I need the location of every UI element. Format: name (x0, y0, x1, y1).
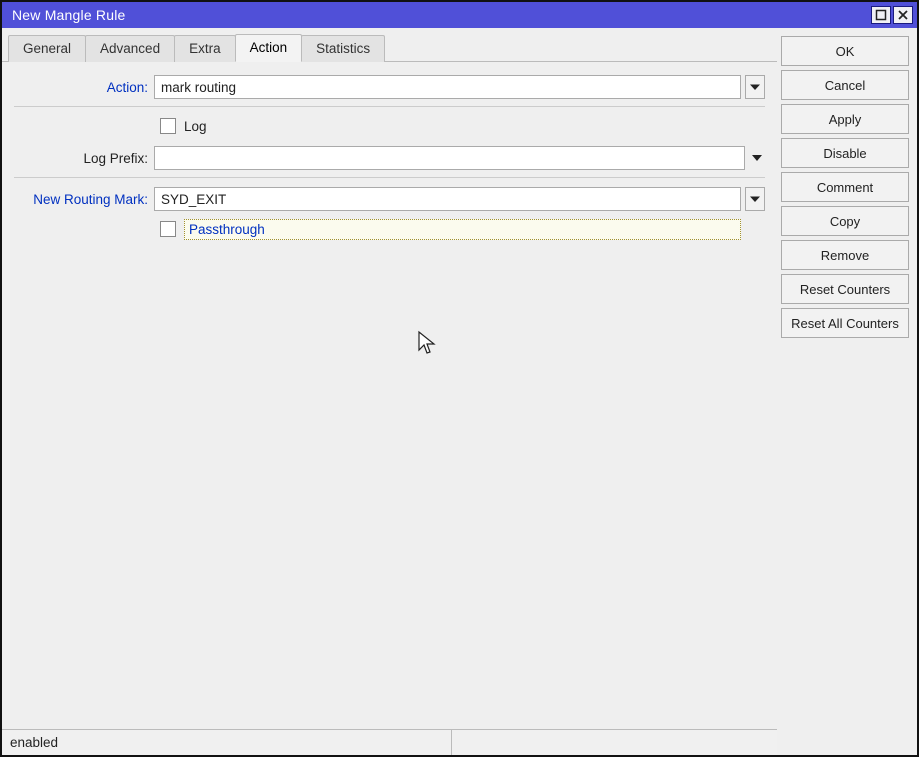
row-action: Action: (14, 74, 765, 100)
row-new-routing-mark: New Routing Mark: (14, 186, 765, 212)
reset-counters-button[interactable]: Reset Counters (781, 274, 909, 304)
chevron-down-icon (751, 152, 763, 164)
tab-statistics[interactable]: Statistics (301, 35, 385, 62)
tab-action[interactable]: Action (235, 34, 303, 62)
new-routing-mark-input[interactable] (154, 187, 741, 211)
field-log-prefix (154, 146, 765, 170)
action-dropdown-button[interactable] (745, 75, 765, 99)
maximize-button[interactable] (871, 6, 891, 24)
copy-button[interactable]: Copy (781, 206, 909, 236)
button-column: OK Cancel Apply Disable Comment Copy Rem… (777, 28, 917, 755)
label-action: Action: (14, 80, 154, 95)
passthrough-label: Passthrough (184, 219, 741, 240)
status-left: enabled (2, 730, 452, 755)
log-prefix-expand[interactable] (749, 150, 765, 166)
close-icon (897, 9, 909, 21)
window-title: New Mangle Rule (12, 7, 871, 23)
label-log-prefix: Log Prefix: (14, 151, 154, 166)
row-log-prefix: Log Prefix: (14, 145, 765, 171)
comment-button[interactable]: Comment (781, 172, 909, 202)
left-column: General Advanced Extra Action Statistics… (2, 28, 777, 755)
cancel-button[interactable]: Cancel (781, 70, 909, 100)
status-bar: enabled (2, 729, 777, 755)
ok-button[interactable]: OK (781, 36, 909, 66)
remove-button[interactable]: Remove (781, 240, 909, 270)
field-new-routing-mark (154, 187, 765, 211)
dialog-window: New Mangle Rule General Advanced Extra A… (0, 0, 919, 757)
chevron-down-icon (750, 194, 760, 204)
maximize-icon (875, 9, 887, 21)
disable-button[interactable]: Disable (781, 138, 909, 168)
form-area: Action: Log Log Prefix: (2, 62, 777, 729)
divider (14, 177, 765, 178)
status-right (452, 730, 777, 755)
field-action (154, 75, 765, 99)
log-prefix-input[interactable] (154, 146, 745, 170)
row-passthrough: Passthrough (14, 218, 765, 240)
divider (14, 106, 765, 107)
tab-strip: General Advanced Extra Action Statistics (2, 28, 777, 62)
routing-mark-dropdown-button[interactable] (745, 187, 765, 211)
log-label: Log (184, 119, 207, 134)
chevron-down-icon (750, 82, 760, 92)
dialog-body: General Advanced Extra Action Statistics… (2, 28, 917, 755)
tab-extra[interactable]: Extra (174, 35, 236, 62)
cursor-icon (417, 330, 437, 356)
close-button[interactable] (893, 6, 913, 24)
label-new-routing-mark: New Routing Mark: (14, 192, 154, 207)
title-bar: New Mangle Rule (2, 2, 917, 28)
reset-all-counters-button[interactable]: Reset All Counters (781, 308, 909, 338)
tab-advanced[interactable]: Advanced (85, 35, 175, 62)
tab-general[interactable]: General (8, 35, 86, 62)
row-log: Log (14, 115, 765, 137)
log-checkbox[interactable] (160, 118, 176, 134)
apply-button[interactable]: Apply (781, 104, 909, 134)
passthrough-checkbox[interactable] (160, 221, 176, 237)
action-input[interactable] (154, 75, 741, 99)
window-controls (871, 6, 913, 24)
